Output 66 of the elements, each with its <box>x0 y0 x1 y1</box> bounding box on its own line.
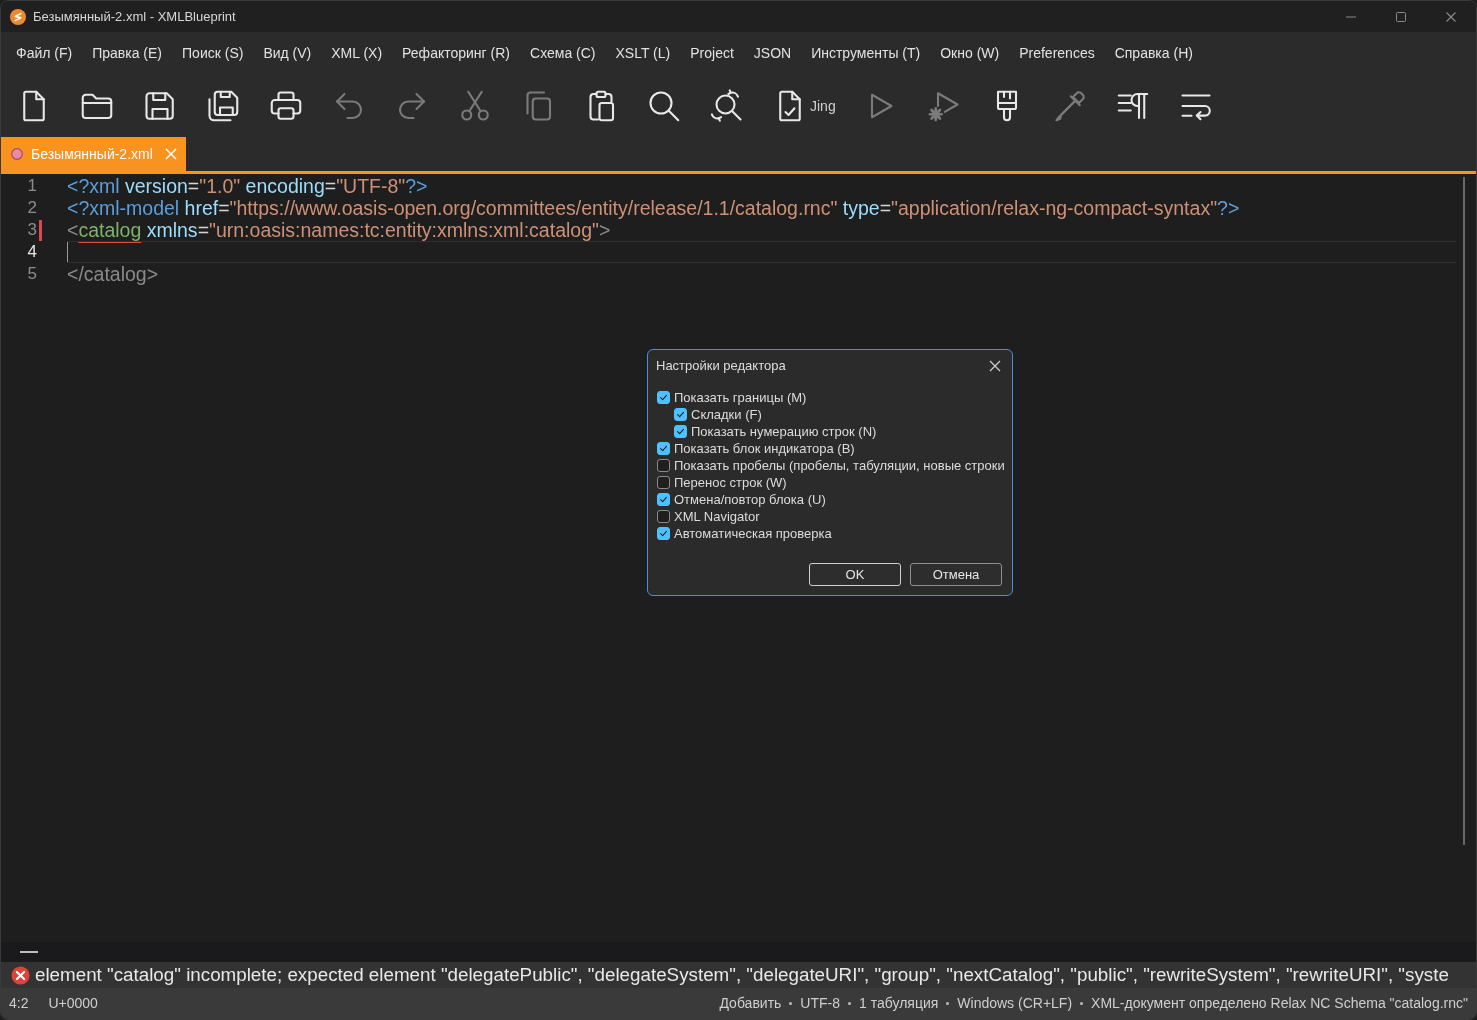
checkbox[interactable] <box>657 527 670 540</box>
close-icon[interactable] <box>989 360 1001 372</box>
checkbox[interactable] <box>674 408 687 421</box>
character-code: U+0000 <box>48 994 98 1013</box>
code-line: <catalog xmlns="urn:oasis:names:tc:entity:xmlns:xml:catalog"> <box>67 219 611 241</box>
checkbox[interactable] <box>674 425 687 438</box>
checkbox-label: Показать блок индикатора (B) <box>674 439 855 458</box>
checkbox-label: Показать пробелы (пробелы, табуляции, новые строки <box>674 456 1005 475</box>
dialog-button[interactable]: OK <box>809 563 901 586</box>
menu-item[interactable]: Окно (W) <box>940 43 1000 64</box>
menu-item[interactable]: Правка (E) <box>92 43 163 64</box>
menu-item[interactable]: Файл (F) <box>16 43 73 64</box>
checkbox[interactable] <box>657 510 670 523</box>
status-item: UTF-8 <box>800 994 841 1013</box>
checkbox[interactable] <box>657 476 670 489</box>
maximize-icon[interactable] <box>1396 11 1406 22</box>
status-item: Добавить <box>719 994 782 1013</box>
line-number: 5 <box>26 263 37 286</box>
checkbox-label: Отмена/повтор блока (U) <box>674 490 826 509</box>
error-icon <box>11 965 30 985</box>
menu-item[interactable]: Preferences <box>1019 43 1095 64</box>
menu-item[interactable]: JSON <box>753 43 792 64</box>
checkbox[interactable] <box>657 459 670 472</box>
checkmark-icon <box>659 529 668 538</box>
line-number: 2 <box>26 197 37 220</box>
checkbox[interactable] <box>657 442 670 455</box>
status-item: 1 табуляция <box>859 994 939 1013</box>
menu-item[interactable]: XML (X) <box>331 43 383 64</box>
error-message: element "catalog" incomplete; expected element "delegatePublic", "delegateSystem", "delegateURI", "group", "nextCatalog", "public", "rewriteSystem", "rewriteURI", "syste <box>35 962 1449 987</box>
search-icon[interactable] <box>646 88 682 124</box>
validator-button[interactable]: Jing <box>772 88 836 124</box>
dialog-title: Настройки редактора <box>656 357 786 376</box>
close-icon[interactable] <box>1446 11 1456 22</box>
status-item: XML-документ определено Relax NC Schema "catalog.rnc" <box>1091 994 1468 1013</box>
menu-item[interactable]: Справка (H) <box>1114 43 1193 64</box>
stacked-floppy-icon[interactable] <box>205 88 241 124</box>
menu-item[interactable]: XSLT (L) <box>615 43 671 64</box>
menu-item[interactable]: Рефакторинг (R) <box>402 43 510 64</box>
checkbox-label: Показать границы (M) <box>674 388 807 407</box>
checkbox-label: Показать нумерацию строк (N) <box>691 422 877 441</box>
checkbox-label: Перенос строк (W) <box>674 473 787 492</box>
status-item: Windows (CR+LF) <box>957 994 1073 1013</box>
checkmark-icon <box>659 495 668 504</box>
scrollbar-thumb[interactable] <box>1463 177 1465 845</box>
line-number: 1 <box>26 175 37 198</box>
scrollbar-thumb[interactable] <box>20 951 38 953</box>
menu-item[interactable]: Поиск (S) <box>182 43 244 64</box>
search-arrows-icon[interactable] <box>709 88 745 124</box>
menu-item[interactable]: Project <box>690 43 734 64</box>
checkbox[interactable] <box>657 493 670 506</box>
cursor-position: 4:2 <box>9 994 29 1013</box>
code-line: <?xml-model href="https://www.oasis-open.org/committees/entity/release/1.1/catalog.rnc" type="application/relax-ng-compact-syntax"?> <box>67 197 1240 219</box>
code-line: </catalog> <box>67 263 159 285</box>
code-line: <?xml version="1.0" encoding="UTF-8"?> <box>67 175 428 197</box>
checkbox-label: XML Navigator <box>674 507 760 526</box>
checkbox-label: Автоматическая проверка <box>674 524 832 543</box>
window-title: Безымянный-2.xml - XMLBlueprint <box>33 7 236 26</box>
line-number: 3 <box>26 219 37 242</box>
menu-item[interactable]: Инструменты (T) <box>811 43 921 64</box>
checkbox[interactable] <box>657 391 670 404</box>
line-number: 4 <box>26 241 37 264</box>
menu-item[interactable]: Схема (C) <box>530 43 596 64</box>
menu-item[interactable]: Вид (V) <box>263 43 312 64</box>
checkbox-label: Складки (F) <box>691 405 762 424</box>
app-logo-icon <box>10 8 26 25</box>
dialog-button[interactable]: Отмена <box>910 563 1002 586</box>
